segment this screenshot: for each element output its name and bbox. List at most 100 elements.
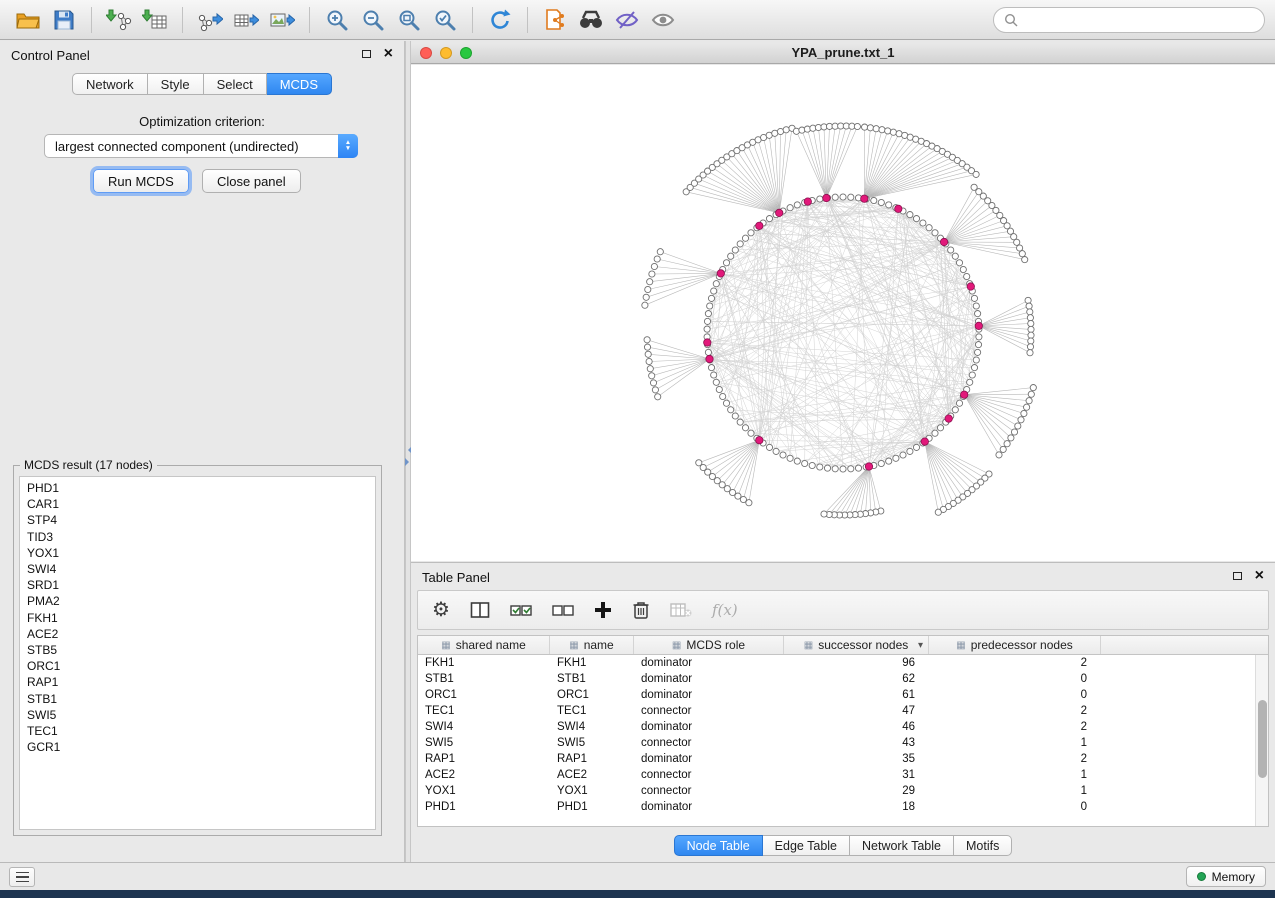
- column-header-successor-nodes[interactable]: ▦ successor nodes ▾: [784, 636, 929, 654]
- select-all-button[interactable]: [510, 601, 532, 619]
- tab-style[interactable]: Style: [148, 73, 204, 95]
- list-item[interactable]: SWI4: [27, 561, 368, 577]
- share-document-icon: [543, 8, 567, 32]
- tab-network-table[interactable]: Network Table: [850, 835, 954, 856]
- save-session-button[interactable]: [46, 5, 82, 35]
- list-item[interactable]: SWI5: [27, 707, 368, 723]
- tab-node-table[interactable]: Node Table: [674, 835, 763, 856]
- table-row[interactable]: SWI4 SWI4 dominator 46 2: [418, 719, 1268, 735]
- create-column-button[interactable]: [594, 601, 612, 619]
- column-header-predecessor-nodes[interactable]: ▦ predecessor nodes: [929, 636, 1101, 654]
- mcds-result-list[interactable]: PHD1 CAR1 STP4 TID3 YOX1 SWI4 SRD1 PMA2: [19, 476, 376, 830]
- cell-mcds-role: connector: [634, 737, 784, 749]
- show-all-button[interactable]: [645, 5, 681, 35]
- delete-table-button[interactable]: [670, 601, 692, 619]
- table-row[interactable]: YOX1 YOX1 connector 29 1: [418, 783, 1268, 799]
- control-panel-tabs: Network Style Select MCDS: [0, 73, 404, 95]
- table-row[interactable]: TEC1 TEC1 connector 47 2: [418, 703, 1268, 719]
- list-item[interactable]: STB5: [27, 642, 368, 658]
- zoom-out-icon: [361, 8, 385, 32]
- maximize-window-button[interactable]: [460, 47, 472, 59]
- zoom-in-button[interactable]: [319, 5, 355, 35]
- list-item[interactable]: YOX1: [27, 545, 368, 561]
- column-header-shared-name[interactable]: ▦ shared name: [418, 636, 550, 654]
- cytoscape-window: Control Panel × Network Style Select MCD…: [0, 0, 1275, 890]
- table-scrollbar[interactable]: [1255, 655, 1268, 826]
- float-window-icon[interactable]: [362, 50, 371, 58]
- list-item[interactable]: ORC1: [27, 658, 368, 674]
- hide-selection-button[interactable]: [609, 5, 645, 35]
- network-canvas[interactable]: [411, 65, 1275, 561]
- list-item[interactable]: STB1: [27, 691, 368, 707]
- close-panel-button[interactable]: Close panel: [202, 169, 301, 193]
- tab-motifs[interactable]: Motifs: [954, 835, 1012, 856]
- memory-button[interactable]: Memory: [1186, 866, 1266, 887]
- import-table-button[interactable]: [137, 5, 173, 35]
- column-header-mcds-role[interactable]: ▦ MCDS role: [634, 636, 784, 654]
- cell-mcds-role: connector: [634, 705, 784, 717]
- zoom-out-button[interactable]: [355, 5, 391, 35]
- show-columns-button[interactable]: [470, 601, 490, 619]
- cell-shared-name: YOX1: [418, 785, 550, 797]
- find-button[interactable]: [573, 5, 609, 35]
- optimization-criterion-select[interactable]: largest connected component (undirected)…: [44, 134, 358, 158]
- list-item[interactable]: CAR1: [27, 496, 368, 512]
- network-visualization[interactable]: [411, 65, 1275, 561]
- delete-columns-button[interactable]: [632, 600, 650, 620]
- cell-successor-nodes: 35: [784, 753, 929, 765]
- function-builder-button[interactable]: f(x): [712, 601, 738, 619]
- tab-network[interactable]: Network: [72, 73, 148, 95]
- list-item[interactable]: TEC1: [27, 723, 368, 739]
- table-row[interactable]: SWI5 SWI5 connector 43 1: [418, 735, 1268, 751]
- table-row[interactable]: FKH1 FKH1 dominator 96 2: [418, 655, 1268, 671]
- menu-button[interactable]: [9, 867, 35, 887]
- apply-layout-button[interactable]: [482, 5, 518, 35]
- sort-arrow-icon[interactable]: ▾: [918, 640, 923, 651]
- columns-icon: [470, 601, 490, 619]
- table-row[interactable]: PHD1 PHD1 dominator 18 0: [418, 799, 1268, 815]
- scrollbar-thumb[interactable]: [1258, 700, 1267, 778]
- list-item[interactable]: ACE2: [27, 626, 368, 642]
- list-item[interactable]: RAP1: [27, 674, 368, 690]
- list-item[interactable]: TID3: [27, 529, 368, 545]
- list-item[interactable]: SRD1: [27, 577, 368, 593]
- tab-edge-table[interactable]: Edge Table: [763, 835, 850, 856]
- tab-mcds[interactable]: MCDS: [267, 73, 332, 95]
- search-input[interactable]: [1024, 11, 1254, 28]
- zoom-selected-button[interactable]: [427, 5, 463, 35]
- toolbar-separator: [472, 7, 473, 33]
- export-table-button[interactable]: [228, 5, 264, 35]
- close-window-button[interactable]: [420, 47, 432, 59]
- float-window-icon[interactable]: [1233, 572, 1242, 580]
- list-item[interactable]: STP4: [27, 512, 368, 528]
- run-mcds-button[interactable]: Run MCDS: [93, 169, 189, 193]
- zoom-fit-button[interactable]: [391, 5, 427, 35]
- export-image-button[interactable]: [264, 5, 300, 35]
- column-header-name[interactable]: ▦ name: [550, 636, 634, 654]
- list-item[interactable]: PHD1: [27, 480, 368, 496]
- table-row[interactable]: STB1 STB1 dominator 62 0: [418, 671, 1268, 687]
- cell-successor-nodes: 47: [784, 705, 929, 717]
- minimize-window-button[interactable]: [440, 47, 452, 59]
- network-window-titlebar[interactable]: YPA_prune.txt_1: [411, 43, 1275, 64]
- search-box[interactable]: [993, 7, 1265, 33]
- hide-eye-icon: [615, 8, 639, 32]
- list-item[interactable]: GCR1: [27, 739, 368, 755]
- list-item[interactable]: FKH1: [27, 610, 368, 626]
- open-session-button[interactable]: [10, 5, 46, 35]
- export-to-web-button[interactable]: [537, 5, 573, 35]
- cell-name: YOX1: [550, 785, 634, 797]
- table-mode-button[interactable]: ⚙: [432, 600, 450, 620]
- zoom-in-icon: [325, 8, 349, 32]
- close-panel-icon[interactable]: ×: [384, 48, 393, 59]
- tab-select[interactable]: Select: [204, 73, 267, 95]
- export-network-button[interactable]: [192, 5, 228, 35]
- import-network-button[interactable]: [101, 5, 137, 35]
- deselect-all-button[interactable]: [552, 601, 574, 619]
- table-row[interactable]: ACE2 ACE2 connector 31 1: [418, 767, 1268, 783]
- list-item[interactable]: PMA2: [27, 593, 368, 609]
- close-panel-icon[interactable]: ×: [1255, 570, 1264, 581]
- table-row[interactable]: ORC1 ORC1 dominator 61 0: [418, 687, 1268, 703]
- table-row[interactable]: RAP1 RAP1 dominator 35 2: [418, 751, 1268, 767]
- cell-successor-nodes: 43: [784, 737, 929, 749]
